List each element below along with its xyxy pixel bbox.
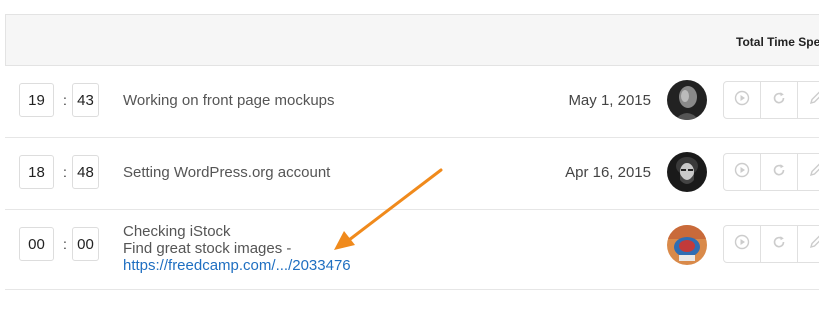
pencil-icon <box>808 162 819 183</box>
task-description: Setting WordPress.org account <box>123 164 331 181</box>
user-avatar[interactable] <box>667 80 707 120</box>
start-timer-button[interactable] <box>723 153 761 191</box>
play-icon <box>734 162 750 183</box>
minutes-field[interactable]: 48 <box>72 155 99 189</box>
refresh-icon <box>771 234 787 255</box>
start-timer-button[interactable] <box>723 81 761 119</box>
column-header-total-time: Total Time Spe <box>736 35 819 49</box>
edit-button[interactable] <box>797 153 819 191</box>
task-description: Find great stock images - <box>123 240 292 257</box>
hours-field[interactable]: 19 <box>19 83 54 117</box>
reset-timer-button[interactable] <box>760 153 798 191</box>
pencil-icon <box>808 234 819 255</box>
table-row: 18 : 48 Setting WordPress.org account Ap… <box>5 138 819 210</box>
table-row: 19 : 43 Working on front page mockups Ma… <box>5 66 819 138</box>
refresh-icon <box>771 162 787 183</box>
edit-button[interactable] <box>797 225 819 263</box>
task-details: Checking iStock Find great stock images … <box>123 223 351 274</box>
edit-button[interactable] <box>797 81 819 119</box>
task-title: Checking iStock <box>123 223 231 240</box>
user-avatar[interactable] <box>667 152 707 192</box>
time-separator: : <box>63 236 67 252</box>
pencil-icon <box>808 90 819 111</box>
minutes-field[interactable]: 00 <box>72 227 99 261</box>
hours-field[interactable]: 00 <box>19 227 54 261</box>
hours-field[interactable]: 18 <box>19 155 54 189</box>
play-icon <box>734 234 750 255</box>
start-timer-button[interactable] <box>723 225 761 263</box>
play-icon <box>734 90 750 111</box>
task-description: Working on front page mockups <box>123 92 335 109</box>
reset-timer-button[interactable] <box>760 81 798 119</box>
minutes-field[interactable]: 43 <box>72 83 99 117</box>
reset-timer-button[interactable] <box>760 225 798 263</box>
time-separator: : <box>63 164 67 180</box>
task-date: Apr 16, 2015 <box>565 164 651 181</box>
task-date: May 1, 2015 <box>568 92 651 109</box>
refresh-icon <box>771 90 787 111</box>
table-header: Total Time Spe <box>5 14 819 66</box>
user-avatar[interactable] <box>667 225 707 265</box>
time-separator: : <box>63 92 67 108</box>
table-row: 00 : 00 Checking iStock Find great stock… <box>5 210 819 290</box>
task-link[interactable]: https://freedcamp.com/.../2033476 <box>123 257 351 274</box>
